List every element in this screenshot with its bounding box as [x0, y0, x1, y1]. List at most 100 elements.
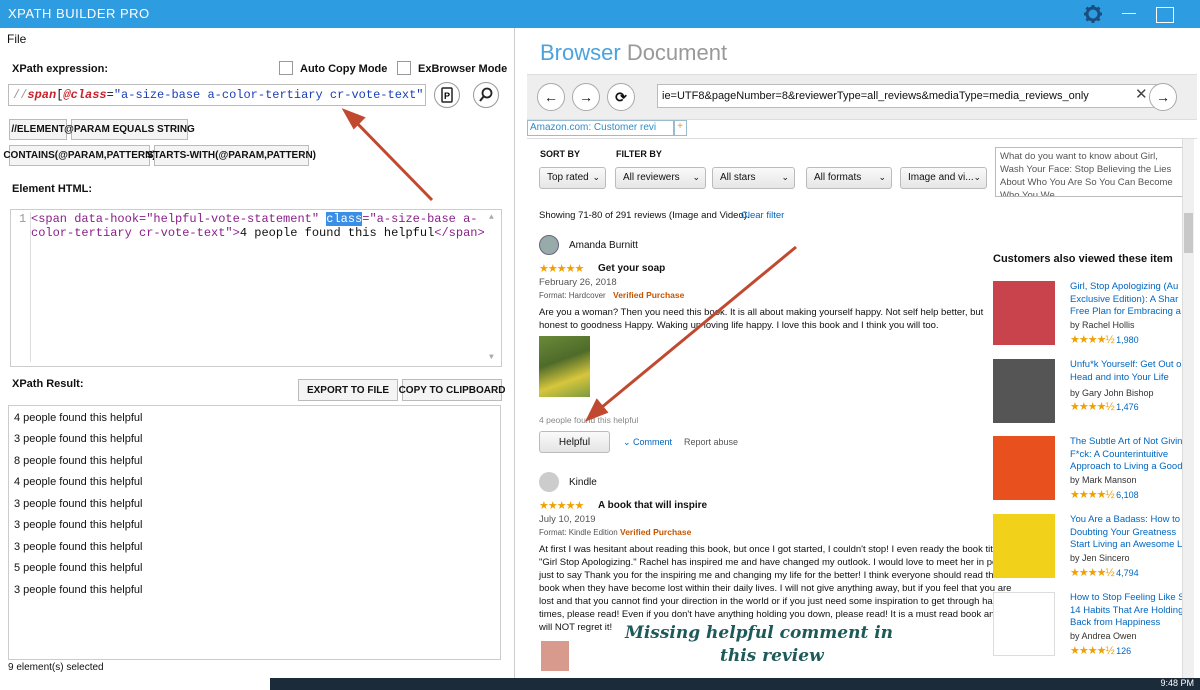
book-cover[interactable]	[993, 281, 1055, 345]
param-equals-button[interactable]: @PARAM EQUALS STRING	[64, 119, 195, 140]
forward-icon[interactable]: →	[572, 83, 600, 111]
exbrowser-label: ExBrowser Mode	[418, 63, 508, 75]
book-cover[interactable]	[993, 592, 1055, 656]
review-stars: ★★★★★	[539, 263, 584, 275]
exbrowser-checkbox[interactable]	[397, 61, 411, 75]
book-cover[interactable]	[993, 359, 1055, 423]
review-title[interactable]: Get your soap	[598, 263, 665, 274]
annotation-text-1: Missing helpful comment in	[625, 623, 894, 643]
result-item[interactable]: 4 people found this helpful	[14, 412, 142, 424]
book-cover[interactable]	[993, 514, 1055, 578]
result-item[interactable]: 4 people found this helpful	[14, 476, 142, 488]
page-scrollbar[interactable]	[1182, 139, 1194, 690]
export-to-file-button[interactable]: EXPORT TO FILE	[298, 379, 398, 401]
product-rating: ★★★★½ 1,980	[1070, 334, 1139, 346]
showing-text: Showing 71-80 of 291 reviews (Image and …	[539, 210, 750, 221]
product-author: by Rachel Hollis	[1070, 320, 1135, 330]
menu-bar: File	[0, 28, 514, 50]
sort-select[interactable]: Top rated ⌄	[539, 167, 606, 189]
result-item[interactable]: 3 people found this helpful	[14, 433, 142, 445]
review-image[interactable]	[539, 336, 590, 397]
copy-to-clipboard-button[interactable]: COPY TO CLIPBOARD	[399, 379, 505, 401]
go-icon[interactable]: →	[1149, 83, 1177, 111]
element-button[interactable]: //ELEMENT	[9, 119, 67, 140]
search-icon[interactable]	[473, 82, 499, 108]
browser-toolbar: ← → ⟳ ie=UTF8&pageNumber=8&reviewerType=…	[527, 74, 1197, 120]
verified-badge: Verified Purchase	[620, 527, 692, 537]
clear-filter-link[interactable]: Clear filter	[741, 210, 784, 221]
scroll-up-icon[interactable]: ▲	[489, 213, 494, 222]
reviewer-name[interactable]: Amanda Burnitt	[569, 240, 638, 251]
menu-file[interactable]: File	[7, 32, 26, 46]
annotation-text-2: this review	[720, 646, 824, 666]
url-input[interactable]: ie=UTF8&pageNumber=8&reviewerType=all_re…	[657, 84, 1167, 108]
result-item[interactable]: 3 people found this helpful	[14, 498, 142, 510]
review-body-line: honest to goodness Happy. Waking up lovi…	[539, 320, 939, 331]
formats-select[interactable]: All formats ⌄	[806, 167, 892, 189]
element-html-editor[interactable]: 1 <span data-hook="helpful-vote-statemen…	[10, 209, 502, 367]
product-title[interactable]: Girl, Stop Apologizing (Au Exclusive Edit…	[1070, 281, 1195, 319]
product-rating: ★★★★½ 6,108	[1070, 489, 1139, 501]
result-item[interactable]: 3 people found this helpful	[14, 584, 142, 596]
result-item[interactable]: 3 people found this helpful	[14, 519, 142, 531]
line-number: 1	[19, 212, 27, 226]
refresh-icon[interactable]: ⟳	[607, 83, 635, 111]
reviewer-name[interactable]: Kindle	[569, 477, 597, 488]
review-title[interactable]: A book that will inspire	[598, 500, 707, 511]
xpath-input[interactable]: //span[@class="a-size-base a-color-terti…	[8, 84, 426, 106]
minimize-button[interactable]: —	[1122, 4, 1136, 20]
result-item[interactable]: 5 people found this helpful	[14, 562, 142, 574]
product-item[interactable]: Unfu*k Yourself: Get Out o Head and into …	[993, 359, 1193, 429]
stars-select[interactable]: All stars ⌄	[712, 167, 795, 189]
review-stars: ★★★★★	[539, 500, 584, 512]
product-item[interactable]: How to Stop Feeling Like S 14 Habits That…	[993, 592, 1193, 662]
result-item[interactable]: 8 people found this helpful	[14, 455, 142, 467]
review-body-line: At first I was hesitant about reading th…	[539, 544, 1006, 555]
product-rating: ★★★★½ 1,476	[1070, 401, 1139, 413]
svg-text:P: P	[444, 91, 450, 101]
review-body-line: Are you a woman? Then you need this book…	[539, 307, 984, 318]
product-author: by Andrea Owen	[1070, 631, 1137, 641]
html-line-1: <span data-hook="helpful-vote-statement"…	[31, 212, 478, 226]
browser-tab[interactable]: Amazon.com: Customer revi	[527, 120, 675, 136]
report-abuse-link[interactable]: Report abuse	[684, 437, 738, 447]
book-cover[interactable]	[993, 436, 1055, 500]
review-body-line: book when they have become lost within t…	[539, 583, 1012, 594]
maximize-button[interactable]	[1156, 7, 1174, 23]
taskbar: 9:48 PM	[270, 678, 1200, 690]
auto-copy-checkbox[interactable]	[279, 61, 293, 75]
scroll-down-icon[interactable]: ▼	[489, 353, 494, 362]
clear-url-icon[interactable]: ✕	[1135, 85, 1148, 103]
element-html-label: Element HTML:	[12, 183, 93, 195]
gear-icon[interactable]	[1083, 4, 1103, 24]
product-title[interactable]: How to Stop Feeling Like S 14 Habits That…	[1070, 592, 1195, 630]
app-title: XPATH BUILDER PRO	[8, 6, 150, 21]
starts-with-button[interactable]: STARTS-WITH(@PARAM,PATTERN)	[147, 145, 316, 166]
review-body-line: just to say Thank you for the inspiring …	[539, 570, 1001, 581]
helpful-button[interactable]: Helpful	[539, 431, 610, 453]
product-item[interactable]: The Subtle Art of Not Givin F*ck: A Count…	[993, 436, 1193, 506]
product-title[interactable]: You Are a Badass: How to Doubting Your Gr…	[1070, 514, 1195, 552]
comment-link[interactable]: ⌄ Comment	[623, 437, 672, 448]
contains-button[interactable]: CONTAINS(@PARAM,PATTERN)	[3, 145, 156, 166]
result-item[interactable]: 3 people found this helpful	[14, 541, 142, 553]
web-page: SORT BY FILTER BY Top rated ⌄ All reviewe…	[527, 138, 1197, 690]
review-format: Format: Hardcover	[539, 291, 606, 300]
review-date: July 10, 2019	[539, 514, 596, 525]
product-author: by Gary John Bishop	[1070, 388, 1154, 398]
product-item[interactable]: You Are a Badass: How to Doubting Your Gr…	[993, 514, 1193, 584]
evaluate-icon[interactable]: P	[434, 82, 460, 108]
product-title[interactable]: The Subtle Art of Not Givin F*ck: A Count…	[1070, 436, 1195, 474]
media-select[interactable]: Image and vi... ⌄	[900, 167, 987, 189]
clock: 9:48 PM	[1160, 678, 1194, 688]
title-bar: XPATH BUILDER PRO —	[0, 0, 1200, 28]
question-search-box[interactable]: What do you want to know about Girl, Was…	[995, 147, 1189, 197]
xpath-expression-label: XPath expression:	[12, 63, 108, 75]
new-tab-button[interactable]: +	[673, 120, 687, 136]
reviewers-select[interactable]: All reviewers ⌄	[615, 167, 706, 189]
product-title[interactable]: Unfu*k Yourself: Get Out o Head and into …	[1070, 359, 1195, 384]
back-icon[interactable]: ←	[537, 83, 565, 111]
product-rating: ★★★★½ 4,794	[1070, 567, 1139, 579]
review-image[interactable]	[541, 641, 569, 671]
product-item[interactable]: Girl, Stop Apologizing (Au Exclusive Edit…	[993, 281, 1193, 351]
